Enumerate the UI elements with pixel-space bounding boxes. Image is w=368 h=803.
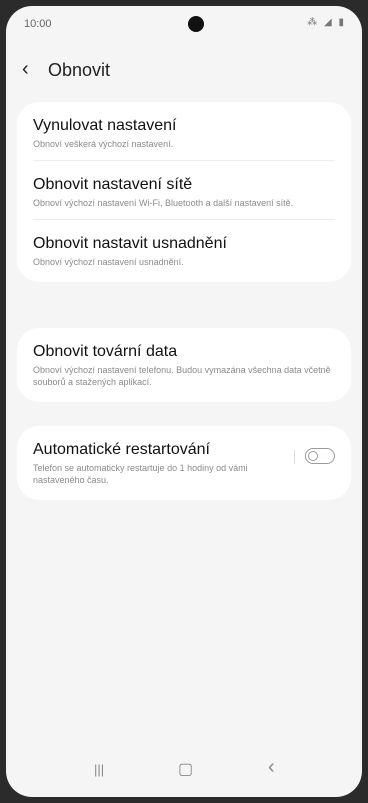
status-bar: 10:00 ⁂ ◢ ▮ <box>6 6 362 36</box>
auto-restart-toggle[interactable] <box>305 448 335 464</box>
back-arrow-icon[interactable]: ‹ <box>22 58 29 81</box>
item-title: Obnovit nastavení sítě <box>33 176 193 193</box>
navigation-bar: ||| ▢ ‹ <box>6 749 362 797</box>
reset-options-card: Vynulovat nastavení Obnoví veškerá výcho… <box>17 102 351 282</box>
item-subtitle: Obnoví výchozí nastavení Wi-Fi, Bluetoot… <box>33 198 294 208</box>
reset-network-settings-item[interactable]: Obnovit nastavení sítě Obnoví výchozí na… <box>17 161 351 219</box>
status-icons: ⁂ ◢ ▮ <box>307 17 346 28</box>
recent-apps-icon[interactable]: ||| <box>94 762 104 777</box>
auto-restart-card: Automatické restartování Telefon se auto… <box>17 426 351 500</box>
item-subtitle: Obnoví veškerá výchozí nastavení. <box>33 139 174 149</box>
phone-screen: 10:00 ⁂ ◢ ▮ ‹ Obnovit Vynulovat nastaven… <box>6 6 362 797</box>
app-header: ‹ Obnovit <box>6 50 362 90</box>
factory-reset-card: Obnovit tovární data Obnoví výchozí nast… <box>17 328 351 402</box>
factory-reset-item[interactable]: Obnovit tovární data Obnoví výchozí nast… <box>17 328 351 402</box>
item-subtitle: Telefon se automaticky restartuje do 1 h… <box>33 463 248 485</box>
item-title: Obnovit nastavit usnadnění <box>33 235 227 252</box>
reset-settings-item[interactable]: Vynulovat nastavení Obnoví veškerá výcho… <box>17 102 351 160</box>
back-icon[interactable]: ‹ <box>268 756 275 779</box>
status-time: 10:00 <box>24 18 52 30</box>
front-camera-icon <box>188 16 204 32</box>
home-icon[interactable]: ▢ <box>178 759 193 779</box>
page-title: Obnovit <box>48 60 111 80</box>
item-title: Obnovit tovární data <box>33 343 178 360</box>
item-title: Vynulovat nastavení <box>33 117 177 134</box>
reset-accessibility-item[interactable]: Obnovit nastavit usnadnění Obnoví výchoz… <box>17 220 351 282</box>
item-subtitle: Obnoví výchozí nastavení telefonu. Budou… <box>33 365 331 387</box>
auto-restart-item[interactable]: Automatické restartování Telefon se auto… <box>17 426 351 500</box>
item-title: Automatické restartování <box>33 441 210 458</box>
item-subtitle: Obnoví výchozí nastavení usnadnění. <box>33 257 184 267</box>
toggle-knob <box>308 450 318 461</box>
vertical-separator <box>294 450 295 464</box>
